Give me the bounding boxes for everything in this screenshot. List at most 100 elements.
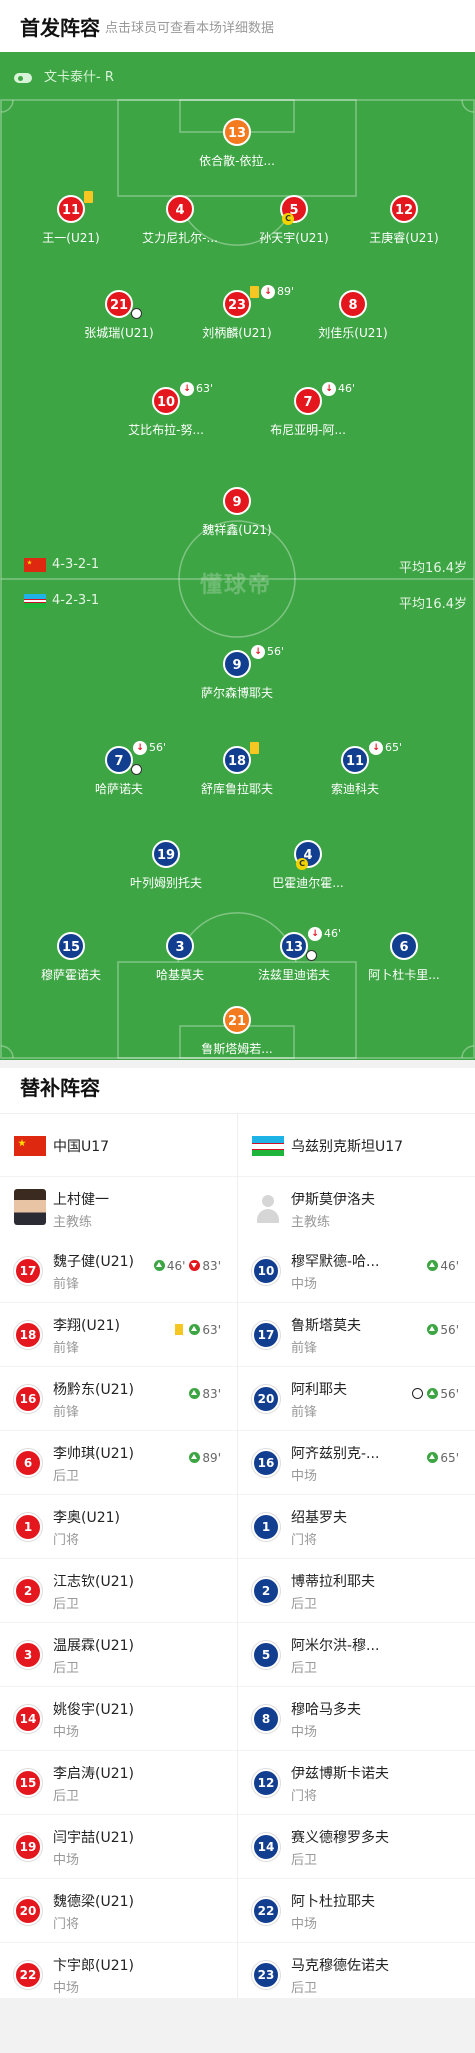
- sub-player-row[interactable]: 17 魏子健(U21) 前锋 46' 83': [0, 1239, 237, 1303]
- player-name: 刘柄麟(U21): [202, 326, 272, 340]
- player-position: 门将: [291, 1789, 318, 1804]
- player-name: 叶列姆别托夫: [129, 876, 202, 890]
- player-name: 李帅琪(U21): [53, 1446, 134, 1462]
- player-name: 魏德梁(U21): [53, 1894, 134, 1910]
- player-number-badge: 13: [223, 118, 251, 146]
- sub-player-row[interactable]: 16 杨黔东(U21) 前锋 83': [0, 1367, 237, 1431]
- player-number-badge: 19: [152, 840, 180, 868]
- sub-player-row[interactable]: 10 穆罕默德-哈... 中场 46': [238, 1239, 475, 1303]
- player-away[interactable]: 21 鲁斯塔姆若...: [177, 1006, 297, 1057]
- home-formation: 4-3-2-1: [52, 557, 100, 572]
- sub-player-row[interactable]: 18 李翔(U21) 前锋 63': [0, 1303, 237, 1367]
- player-name: 萨尔森博耶夫: [200, 686, 273, 700]
- player-position: 门将: [291, 1533, 318, 1548]
- sub-player-row[interactable]: 16 阿齐兹别克-... 中场 65': [238, 1431, 475, 1495]
- sub-player-row[interactable]: 22 阿卜杜拉耶夫 中场: [238, 1879, 475, 1943]
- yellow-card-icon: [250, 286, 259, 298]
- player-number-badge: 6: [390, 932, 418, 960]
- player-away[interactable]: 13 ↓ 46' 法兹里迪诺夫: [234, 927, 354, 983]
- player-home[interactable]: 4 艾力尼扎尔-...: [120, 195, 240, 246]
- sub-out-icon: [189, 1260, 201, 1271]
- sub-player-row[interactable]: 1 李奥(U21) 门将: [0, 1495, 237, 1559]
- yellow-card-icon: [175, 1324, 184, 1335]
- home-coach-row[interactable]: 上村健一 主教练: [0, 1177, 237, 1239]
- player-away[interactable]: 4 C 巴霍迪尔霍...: [248, 840, 368, 891]
- player-position: 后卫: [291, 1981, 318, 1996]
- coach-name: 上村健一: [53, 1192, 109, 1208]
- substitution-badge: ↓ 65': [369, 741, 402, 755]
- player-number-badge: 12: [252, 1769, 280, 1797]
- player-home[interactable]: 8 刘佳乐(U21): [293, 290, 413, 341]
- player-name: 穆哈马多夫: [291, 1702, 361, 1718]
- sub-player-row[interactable]: 1 绍基罗夫 门将: [238, 1495, 475, 1559]
- goal-ball-icon: [306, 950, 317, 961]
- player-home[interactable]: 13 依合散-依拉...: [177, 118, 297, 169]
- player-name: 穆萨霍诺夫: [40, 968, 101, 982]
- player-events: 56': [427, 1323, 463, 1337]
- sub-player-row[interactable]: 5 阿米尔洪-穆... 后卫: [238, 1623, 475, 1687]
- player-away[interactable]: 7 ↓ 56' 哈萨诺夫: [59, 741, 179, 797]
- sub-player-row[interactable]: 8 穆哈马多夫 中场: [238, 1687, 475, 1751]
- player-number-badge: 14: [252, 1833, 280, 1861]
- player-home[interactable]: 11 王一(U21): [11, 191, 131, 246]
- goal-ball-icon: [131, 764, 142, 775]
- player-position: 前锋: [53, 1277, 80, 1292]
- away-formation: 4-2-3-1: [52, 593, 100, 608]
- sub-player-row[interactable]: 12 伊兹博斯卡诺夫 门将: [238, 1751, 475, 1815]
- sub-player-row[interactable]: 20 阿利耶夫 前锋 56': [238, 1367, 475, 1431]
- sub-player-row[interactable]: 20 魏德梁(U21) 门将: [0, 1879, 237, 1943]
- sub-player-row[interactable]: 14 赛义德穆罗多夫 后卫: [238, 1815, 475, 1879]
- captain-icon: C: [296, 858, 308, 870]
- sub-player-row[interactable]: 6 李帅琪(U21) 后卫 89': [0, 1431, 237, 1495]
- player-away[interactable]: 11 ↓ 65' 索迪科夫: [295, 741, 415, 797]
- player-home[interactable]: 21 张城瑞(U21): [59, 290, 179, 341]
- player-position: 后卫: [53, 1661, 80, 1676]
- player-name: 李启涛(U21): [53, 1766, 134, 1782]
- player-name: 阿卜杜卡里...: [368, 968, 440, 982]
- substitution-badge: ↓ 46': [308, 927, 341, 941]
- player-events: 46' 83': [153, 1259, 225, 1273]
- sub-player-row[interactable]: 3 温展霖(U21) 后卫: [0, 1623, 237, 1687]
- lineup-header: 首发阵容 点击球员可查看本场详细数据: [0, 0, 475, 52]
- player-number-badge: 17: [252, 1321, 280, 1349]
- sub-player-row[interactable]: 19 闫宇喆(U21) 中场: [0, 1815, 237, 1879]
- event-minute: 83': [202, 1387, 221, 1401]
- player-home[interactable]: 23 ↓ 89' 刘柄麟(U21): [177, 285, 297, 341]
- away-team-row[interactable]: 乌兹别克斯坦U17: [238, 1114, 475, 1177]
- away-subs-column: 乌兹别克斯坦U17 伊斯莫伊洛夫 主教练 10 穆罕默德-哈... 中场 46' 17 鲁…: [238, 1114, 475, 2007]
- player-position: 中场: [53, 1981, 80, 1996]
- sub-player-row[interactable]: 2 江志钦(U21) 后卫: [0, 1559, 237, 1623]
- player-away[interactable]: 19 叶列姆别托夫: [106, 840, 226, 891]
- away-coach-row[interactable]: 伊斯莫伊洛夫 主教练: [238, 1177, 475, 1239]
- sub-player-row[interactable]: 15 李启涛(U21) 后卫: [0, 1751, 237, 1815]
- player-home[interactable]: 10 ↓ 63' 艾比布拉-努...: [106, 382, 226, 438]
- player-home[interactable]: 9 魏祥鑫(U21): [177, 487, 297, 538]
- player-away[interactable]: 9 ↓ 56' 萨尔森博耶夫: [177, 645, 297, 701]
- yellow-card-icon: [84, 191, 93, 203]
- sub-out-icon: ↓: [308, 927, 322, 941]
- player-name: 孙天宇(U21): [259, 231, 329, 245]
- player-name: 鲁斯塔莫夫: [291, 1318, 361, 1334]
- home-team-row[interactable]: 中国U17: [0, 1114, 237, 1177]
- player-away[interactable]: 18 舒库鲁拉耶夫: [177, 742, 297, 797]
- sub-in-icon: [189, 1388, 201, 1399]
- player-home[interactable]: 7 ↓ 46' 布尼亚明-阿...: [248, 382, 368, 438]
- player-name: 马克穆德佐诺夫: [291, 1958, 389, 1974]
- sub-player-row[interactable]: 14 姚俊宇(U21) 中场: [0, 1687, 237, 1751]
- player-position: 后卫: [291, 1661, 318, 1676]
- player-name: 阿卜杜拉耶夫: [291, 1894, 375, 1910]
- player-home[interactable]: 5 C 孙天宇(U21): [234, 195, 354, 246]
- player-position: 后卫: [291, 1597, 318, 1612]
- player-name: 温展霖(U21): [53, 1638, 134, 1654]
- event-minute: 56': [440, 1387, 459, 1401]
- player-away[interactable]: 15 穆萨霍诺夫: [11, 932, 131, 983]
- sub-player-row[interactable]: 17 鲁斯塔莫夫 前锋 56': [238, 1303, 475, 1367]
- sub-minute: 56': [267, 645, 285, 658]
- player-number-badge: 18: [223, 746, 251, 774]
- player-number-badge: 9: [223, 650, 251, 678]
- player-home[interactable]: 12 王庚睿(U21): [344, 195, 464, 246]
- sub-player-row[interactable]: 2 博蒂拉利耶夫 后卫: [238, 1559, 475, 1623]
- player-away[interactable]: 6 阿卜杜卡里...: [344, 932, 464, 983]
- footer-space: [0, 1998, 475, 2053]
- player-away[interactable]: 3 哈基莫夫: [120, 932, 240, 983]
